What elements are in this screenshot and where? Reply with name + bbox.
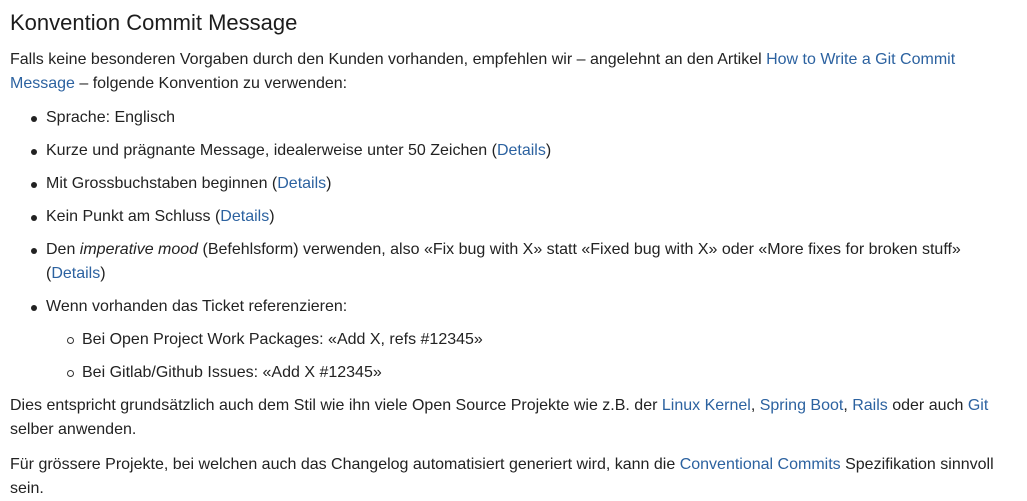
details-link[interactable]: Details xyxy=(277,175,326,192)
sublist-item: Bei Gitlab/Github Issues: «Add X #12345» xyxy=(46,361,1017,385)
content-page: Konvention Commit Message Falls keine be… xyxy=(0,0,1027,499)
details-link[interactable]: Details xyxy=(51,265,100,282)
list-item-close: ) xyxy=(326,175,332,192)
list-item-text: Den xyxy=(46,241,80,258)
bullet-circle-icon xyxy=(67,370,74,377)
bullet-disc-icon xyxy=(31,149,37,155)
sublist-item-text: Bei Open Project Work Packages: «Add X, … xyxy=(82,331,483,348)
bullet-disc-icon xyxy=(31,248,37,254)
bullet-disc-icon xyxy=(31,116,37,122)
bullet-disc-icon xyxy=(31,215,37,221)
page-title: Konvention Commit Message xyxy=(10,10,298,35)
list-item-text: Sprache: Englisch xyxy=(46,109,175,126)
ticket-reference-sublist: Bei Open Project Work Packages: «Add X, … xyxy=(46,328,1017,385)
para-text-before: Dies entspricht grundsätzlich auch dem S… xyxy=(10,397,662,414)
emphasis-imperative-mood: imperative mood xyxy=(79,241,199,258)
sublist-item-text: Bei Gitlab/Github Issues: «Add X #12345» xyxy=(82,364,382,381)
convention-list: Sprache: Englisch Kurze und prägnante Me… xyxy=(10,106,1017,385)
list-item: Mit Grossbuchstaben beginnen (Details) xyxy=(10,172,1017,196)
list-item: Den imperative mood (Befehlsform) verwen… xyxy=(10,238,1017,286)
list-item: Wenn vorhanden das Ticket referenzieren:… xyxy=(10,295,1017,385)
link-git[interactable]: Git xyxy=(968,397,988,414)
list-item-text: Kein Punkt am Schluss ( xyxy=(46,208,221,225)
link-conventional-commits[interactable]: Conventional Commits xyxy=(680,456,841,473)
bullet-disc-icon xyxy=(31,305,37,311)
intro-text-before: Falls keine besonderen Vorgaben durch de… xyxy=(10,51,767,68)
list-item: Kein Punkt am Schluss (Details) xyxy=(10,205,1017,229)
link-spring-boot[interactable]: Spring Boot xyxy=(760,397,844,414)
para-text-mid: oder auch xyxy=(887,397,968,414)
list-item-close: ) xyxy=(100,265,106,282)
details-link[interactable]: Details xyxy=(497,142,546,159)
list-item: Kurze und prägnante Message, idealerweis… xyxy=(10,139,1017,163)
list-item-text: Kurze und prägnante Message, idealerweis… xyxy=(46,142,497,159)
para-text-after: sel­ber anwenden. xyxy=(10,421,137,438)
link-rails[interactable]: Rails xyxy=(852,397,888,414)
list-item-text: Mit Grossbuchstaben beginnen ( xyxy=(46,175,278,192)
link-linux-kernel[interactable]: Linux Kernel xyxy=(662,397,751,414)
conventional-commits-paragraph: Für grössere Projekte, bei welchen auch … xyxy=(10,453,1017,501)
list-item-text: Wenn vorhanden das Ticket referenzieren: xyxy=(46,298,348,315)
bullet-circle-icon xyxy=(67,337,74,344)
intro-text-after: – folgende Konvention zu verwenden: xyxy=(74,75,348,92)
bullet-disc-icon xyxy=(31,182,37,188)
details-link[interactable]: Details xyxy=(220,208,269,225)
para-text-before: Für grössere Projekte, bei welchen auch … xyxy=(10,456,680,473)
sublist-item: Bei Open Project Work Packages: «Add X, … xyxy=(46,328,1017,352)
open-source-paragraph: Dies entspricht grundsätzlich auch dem S… xyxy=(10,394,1017,442)
separator: , xyxy=(750,397,760,414)
list-item-close: ) xyxy=(545,142,552,159)
intro-paragraph: Falls keine besonderen Vorgaben durch de… xyxy=(10,48,1017,96)
list-item: Sprache: Englisch xyxy=(10,106,1017,130)
separator: , xyxy=(843,397,853,414)
list-item-close: ) xyxy=(269,208,275,225)
